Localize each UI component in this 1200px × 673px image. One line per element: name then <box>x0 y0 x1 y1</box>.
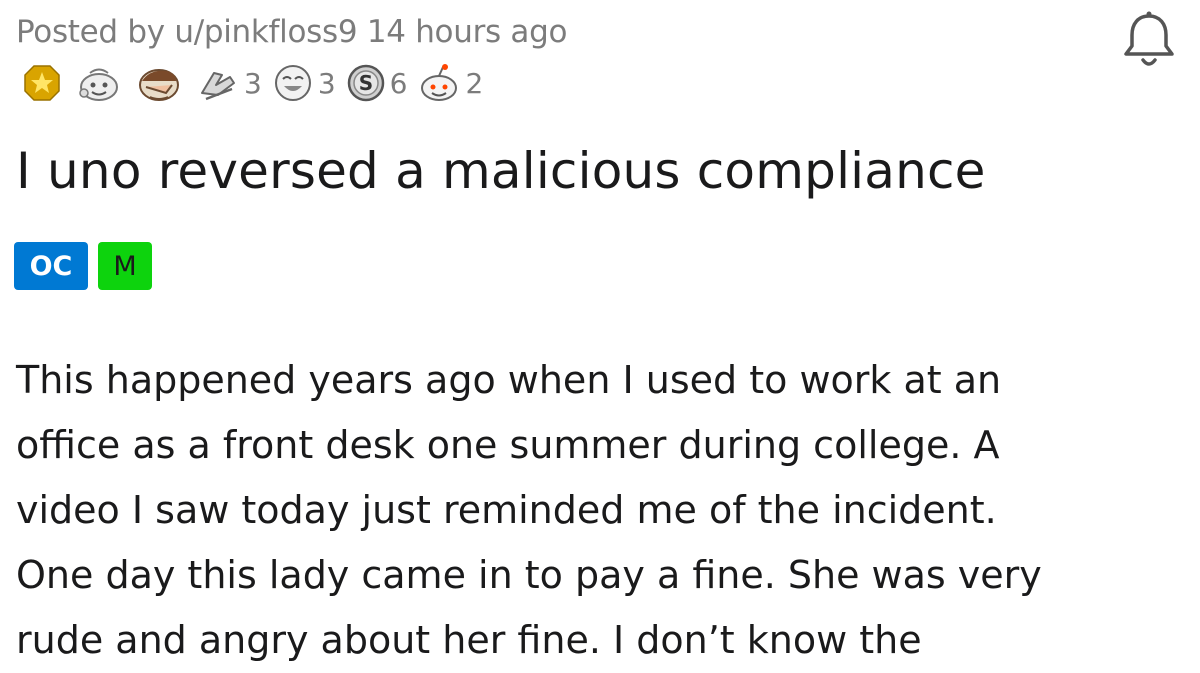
award[interactable] <box>136 63 186 103</box>
award[interactable]: 3 <box>272 63 336 103</box>
facepalm-award-icon <box>136 63 182 103</box>
svg-text:S: S <box>358 71 372 95</box>
post-title[interactable]: I uno reversed a malicious compliance <box>16 142 986 200</box>
award[interactable]: S 6 <box>346 63 408 103</box>
flair-m[interactable]: M <box>98 242 152 290</box>
wholesome-award-icon <box>76 63 122 103</box>
body-line: One day this lady came in to pay a fine.… <box>16 553 1042 597</box>
silver-coin-award-icon: S <box>346 63 386 103</box>
body-line: video I saw today just reminded me of th… <box>16 488 997 532</box>
laughing-award-icon <box>272 63 314 103</box>
body-line: This happened years ago when I used to w… <box>16 358 1002 402</box>
gold-star-award-icon <box>22 63 62 103</box>
body-line: office as a front desk one summer during… <box>16 423 1000 467</box>
award-count: 3 <box>244 66 262 100</box>
awards-row: 3 3 S 6 2 <box>22 62 483 104</box>
award[interactable]: 3 <box>196 63 262 103</box>
award-count: 3 <box>317 66 336 100</box>
award[interactable] <box>22 63 66 103</box>
award[interactable] <box>76 63 126 103</box>
bell-icon[interactable] <box>1120 10 1178 72</box>
body-line: rude and angry about her fine. I don’t k… <box>16 618 922 662</box>
flair-row: OC M <box>14 242 152 290</box>
snoo-award-icon <box>417 63 461 103</box>
award[interactable]: 2 <box>417 63 483 103</box>
hands-award-icon <box>196 63 240 103</box>
post-meta: Posted by u/pinkfloss9 14 hours ago <box>16 14 567 50</box>
post-time[interactable]: 14 hours ago <box>367 14 568 50</box>
posted-by-prefix: Posted by <box>16 14 175 50</box>
author-link[interactable]: u/pinkfloss9 <box>174 14 357 50</box>
award-count: 6 <box>389 66 408 100</box>
flair-oc[interactable]: OC <box>14 242 88 290</box>
award-count: 2 <box>465 66 484 100</box>
post-body: This happened years ago when I used to w… <box>16 348 1166 673</box>
